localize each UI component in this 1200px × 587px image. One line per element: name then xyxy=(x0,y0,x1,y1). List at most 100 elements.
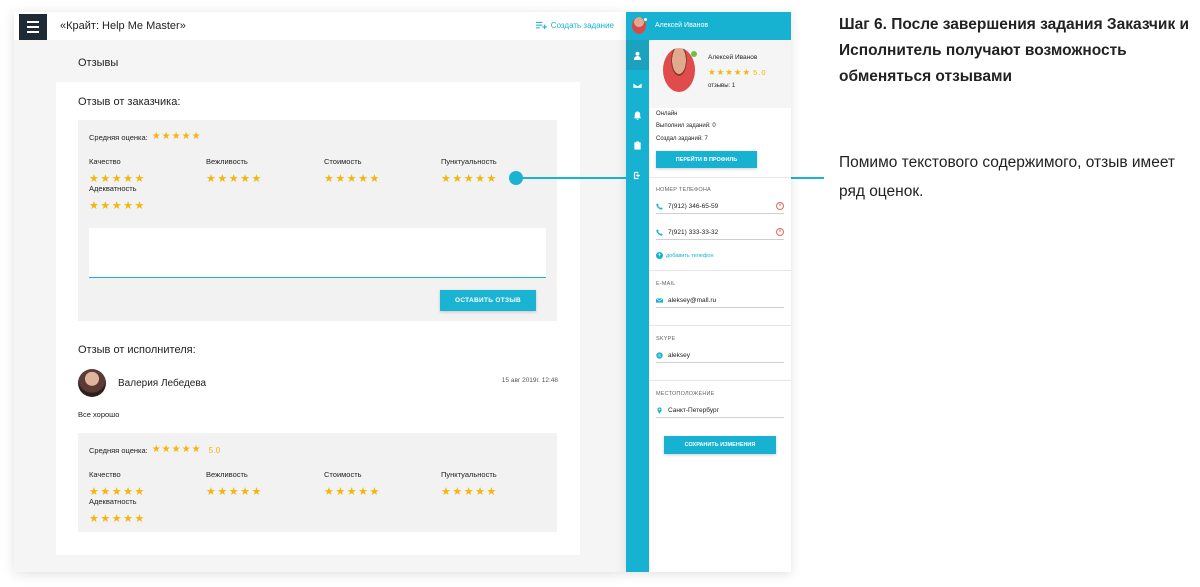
divider xyxy=(649,270,791,271)
add-phone-link[interactable]: + добавить телефон xyxy=(656,252,713,259)
email-value: aleksey@mall.ru xyxy=(668,297,717,304)
step-title: Шаг 6. После завершения задания Заказчик… xyxy=(839,16,1190,85)
criterion-cost: Стоимость ★★★★★ xyxy=(324,157,434,187)
profile-score: 5.0 xyxy=(753,68,767,77)
app-window: «Крайт: Help Me Master» Создать задание … xyxy=(14,12,626,572)
mail-icon xyxy=(656,298,663,303)
email-field[interactable]: aleksey@mall.ru xyxy=(656,294,784,308)
phone-value: 7(912) 346-65-59 xyxy=(668,203,719,210)
average-stars[interactable]: ★★★★★ xyxy=(152,132,202,142)
profile-status: Онлайн xyxy=(656,111,678,117)
criterion-label: Вежливость xyxy=(206,470,248,479)
add-list-icon xyxy=(535,21,547,30)
criterion-stars: ★★★★★ xyxy=(206,486,263,498)
app-title: «Крайт: Help Me Master» xyxy=(60,20,186,32)
profile-reviews-count: отзывы: 1 xyxy=(708,83,736,89)
criterion-label: Качество xyxy=(89,470,121,479)
criterion-quality: Качество ★★★★★ xyxy=(89,470,199,500)
profile-created: Создал заданий: 7 xyxy=(656,136,708,142)
location-label: МЕСТОПОЛОЖЕНИЕ xyxy=(656,391,715,397)
email-label: E-MAIL xyxy=(656,281,676,287)
logout-icon[interactable] xyxy=(626,160,649,190)
location-field[interactable]: Санкт-Петербург xyxy=(656,404,784,418)
executor-rating-box: Средняя оценка: ★★★★★ 5.0 Качество ★★★★★… xyxy=(78,433,557,532)
profile-panel: Алексей Иванов Алексей Иванов ★★★★★ 5.0 о… xyxy=(626,12,791,572)
criterion-stars: ★★★★★ xyxy=(441,486,498,498)
callout-dot xyxy=(509,171,523,185)
plus-icon: + xyxy=(656,252,663,259)
criterion-stars[interactable]: ★★★★★ xyxy=(206,173,263,185)
phone-label: НОМЕР ТЕЛЕФОНА xyxy=(656,187,711,193)
phone-icon xyxy=(656,203,663,210)
criterion-stars: ★★★★★ xyxy=(324,486,381,498)
mail-icon[interactable] xyxy=(626,70,649,100)
criterion-stars: ★★★★★ xyxy=(89,513,146,525)
create-task-button[interactable]: Создать задание xyxy=(535,21,614,30)
header-user-name: Алексей Иванов xyxy=(655,22,709,29)
criterion-politeness: Вежливость ★★★★★ xyxy=(206,470,316,500)
top-bar: «Крайт: Help Me Master» Создать задание xyxy=(14,12,626,40)
location-value: Санкт-Петербург xyxy=(668,407,719,414)
review-text: Все хорошо xyxy=(78,410,120,419)
customer-rating-box: Средняя оценка: ★★★★★ Качество ★★★★★ Веж… xyxy=(78,120,557,321)
avatar[interactable] xyxy=(78,369,106,397)
executor-average-rating: Средняя оценка: ★★★★★ 5.0 xyxy=(89,445,221,456)
panel-side-nav xyxy=(626,40,649,572)
author-name[interactable]: Валерия Лебедева xyxy=(118,378,206,389)
criterion-stars[interactable]: ★★★★★ xyxy=(441,173,498,185)
customer-average-rating: Средняя оценка: ★★★★★ xyxy=(89,132,202,142)
criterion-stars[interactable]: ★★★★★ xyxy=(89,200,146,212)
skype-field[interactable]: s aleksey xyxy=(656,349,784,363)
criterion-adequacy: Адекватность ★★★★★ xyxy=(89,184,199,214)
criterion-punctuality: Пунктуальность ★★★★★ xyxy=(441,157,551,187)
phone-field-1[interactable]: 7(912) 346-65-59 × xyxy=(656,200,784,214)
task-icon[interactable] xyxy=(626,130,649,160)
customer-review-heading: Отзыв от заказчика: xyxy=(78,96,181,108)
criterion-punctuality: Пунктуальность ★★★★★ xyxy=(441,470,551,500)
review-date: 15 авг 2019г. 12:48 xyxy=(501,377,558,384)
save-changes-button[interactable]: СОХРАНИТЬ ИЗМЕНЕНИЯ xyxy=(664,436,776,454)
reviews-section-title: Отзывы xyxy=(78,57,119,69)
executor-review-heading: Отзыв от исполнителя: xyxy=(78,344,196,356)
divider xyxy=(649,325,791,326)
online-indicator xyxy=(691,51,697,57)
criterion-label: Качество xyxy=(89,157,121,166)
hamburger-menu-icon[interactable] xyxy=(19,14,47,40)
profile-completed: Выполнил заданий: 0 xyxy=(656,123,716,129)
phone-field-2[interactable]: 7(921) 333-33-32 × xyxy=(656,226,784,240)
divider xyxy=(649,380,791,381)
profile-summary: Алексей Иванов ★★★★★ 5.0 отзывы: 1 xyxy=(649,40,791,108)
divider xyxy=(649,177,791,178)
criterion-label: Пунктуальность xyxy=(441,157,497,166)
criterion-label: Адекватность xyxy=(89,497,137,506)
svg-text:s: s xyxy=(658,353,661,359)
panel-header: Алексей Иванов xyxy=(626,12,791,40)
review-textarea[interactable] xyxy=(89,228,546,278)
skype-value: aleksey xyxy=(668,352,691,359)
create-task-label: Создать задание xyxy=(550,21,614,30)
go-to-profile-button[interactable]: ПЕРЕЙТИ В ПРОФИЛЬ xyxy=(656,151,757,168)
criterion-label: Пунктуальность xyxy=(441,470,497,479)
bell-icon[interactable] xyxy=(626,100,649,130)
step-description: Помимо текстового содержимого, отзыв име… xyxy=(839,154,1176,200)
average-label: Средняя оценка: xyxy=(89,132,148,142)
phone-icon xyxy=(656,229,663,236)
remove-phone-icon[interactable]: × xyxy=(776,228,784,236)
status-badge xyxy=(643,17,648,22)
user-icon[interactable] xyxy=(626,40,649,70)
average-label: Средняя оценка: xyxy=(89,445,148,455)
criterion-label: Адекватность xyxy=(89,184,137,193)
phone-value: 7(921) 333-33-32 xyxy=(668,229,719,236)
profile-rating: ★★★★★ 5.0 xyxy=(708,67,767,78)
leave-review-button[interactable]: ОСТАВИТЬ ОТЗЫВ xyxy=(440,290,536,311)
criterion-label: Вежливость xyxy=(206,157,248,166)
criterion-stars[interactable]: ★★★★★ xyxy=(324,173,381,185)
remove-phone-icon[interactable]: × xyxy=(776,202,784,210)
criterion-label: Стоимость xyxy=(324,157,362,166)
reviews-card: Отзыв от заказчика: Средняя оценка: ★★★★… xyxy=(56,82,580,555)
add-phone-label: добавить телефон xyxy=(666,252,714,259)
location-pin-icon xyxy=(657,407,662,414)
criterion-cost: Стоимость ★★★★★ xyxy=(324,470,434,500)
criterion-quality: Качество ★★★★★ xyxy=(89,157,199,187)
average-score: 5.0 xyxy=(208,445,221,455)
